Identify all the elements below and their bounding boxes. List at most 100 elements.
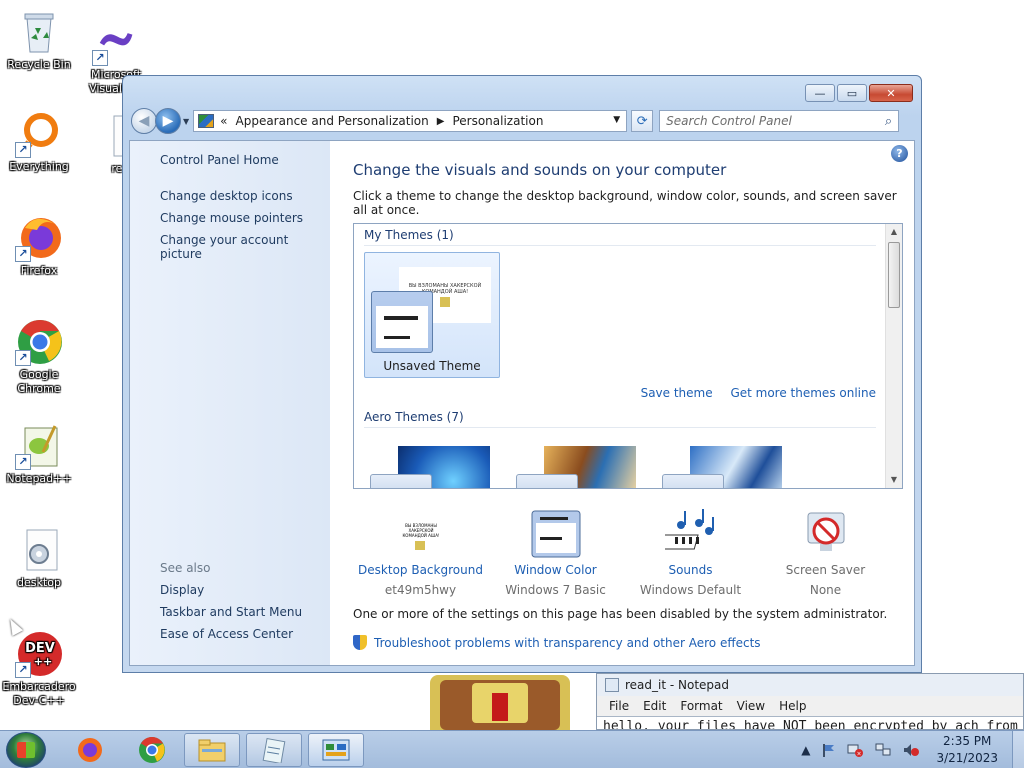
background-image-fragment: [430, 675, 570, 730]
taskbar-chrome-button[interactable]: [124, 733, 180, 767]
unsaved-theme-tile[interactable]: ВЫ ВЗЛОМАНЫ ХАКЕРСКОЙ КОМАНДОЙ АША! Unsa…: [364, 252, 500, 378]
visual-studio-icon: ↗: [92, 18, 140, 66]
change-desktop-icons-link[interactable]: Change desktop icons: [160, 189, 330, 203]
aero-themes-row: [364, 446, 886, 488]
breadcrumb-overflow[interactable]: «: [220, 114, 227, 128]
system-clock[interactable]: 2:35 PM 3/21/2023: [936, 733, 998, 767]
desktop-icon-everything[interactable]: ↗ Everything: [1, 110, 77, 174]
window-color-label[interactable]: Window Color: [488, 563, 623, 577]
breadcrumb-appearance[interactable]: Appearance and Personalization: [236, 114, 429, 128]
taskbar-notepad-button[interactable]: [246, 733, 302, 767]
svg-text:DEV: DEV: [25, 641, 55, 656]
theme-settings-row: ВЫ ВЗЛОМАНЫ ХАКЕРСКОЙ КОМАНДОЙ АША! Deskto…: [353, 509, 893, 597]
tray-overflow-chevron-icon[interactable]: ▲: [801, 743, 810, 757]
search-icon[interactable]: ⌕: [885, 114, 892, 129]
maximize-button[interactable]: ▭: [837, 84, 867, 102]
themes-list[interactable]: My Themes (1) ВЫ ВЗЛОМАНЫ ХАКЕРСКОЙ КОМА…: [353, 223, 903, 489]
aero-theme-tile[interactable]: [364, 446, 494, 488]
action-center-flag-icon[interactable]: [820, 742, 836, 758]
window-content: Control Panel Home Change desktop icons …: [129, 140, 915, 666]
change-mouse-pointers-link[interactable]: Change mouse pointers: [160, 211, 330, 225]
taskbar-start-menu-link[interactable]: Taskbar and Start Menu: [160, 605, 302, 619]
refresh-button[interactable]: ⟳: [631, 110, 654, 132]
minimize-button[interactable]: —: [805, 84, 835, 102]
notepad-plus-plus-icon: ↗: [15, 422, 63, 470]
close-button[interactable]: ✕: [869, 84, 913, 102]
notepad-menu-format[interactable]: Format: [680, 699, 722, 713]
notepad-menu-view[interactable]: View: [737, 699, 765, 713]
taskbar-explorer-button[interactable]: [184, 733, 240, 767]
scrollbar-thumb[interactable]: [888, 242, 900, 308]
see-also-section: See also Display Taskbar and Start Menu …: [160, 561, 302, 649]
aero-theme-tile[interactable]: [510, 446, 640, 488]
notepad-menu-help[interactable]: Help: [779, 699, 806, 713]
theme-actions: Save theme Get more themes online: [364, 386, 876, 400]
desktop-background-label[interactable]: Desktop Background: [353, 563, 488, 577]
help-icon[interactable]: ?: [891, 145, 908, 162]
troubleshoot-aero-link[interactable]: Troubleshoot problems with transparency …: [353, 635, 914, 650]
screen-saver-setting: Screen Saver None: [758, 509, 893, 597]
address-dropdown-icon[interactable]: ▼: [613, 115, 620, 125]
personalization-window[interactable]: — ▭ ✕ ◀ ▶ ▼ « Appearance and Personaliza…: [122, 75, 922, 673]
desktop-icon-label: Everything: [9, 160, 69, 173]
unsaved-theme-label: Unsaved Theme: [383, 359, 481, 373]
display-link[interactable]: Display: [160, 583, 302, 597]
network-disabled-icon[interactable]: ×: [846, 742, 864, 758]
window-color-setting[interactable]: Window Color Windows 7 Basic: [488, 509, 623, 597]
breadcrumb-personalization[interactable]: Personalization: [452, 114, 543, 128]
desktop-icon-label: Google Chrome: [17, 368, 61, 395]
desktop-icon-firefox[interactable]: ↗ Firefox: [1, 214, 77, 278]
desktop-icon-dev-cpp[interactable]: DEV ++ ↗ Embarcadero Dev-C++: [1, 630, 77, 708]
scroll-down-arrow-icon[interactable]: ▼: [886, 472, 902, 488]
control-panel-home-link[interactable]: Control Panel Home: [160, 153, 330, 167]
network-icon[interactable]: [874, 742, 892, 758]
desktop-icon-desktop-ini[interactable]: desktop: [1, 526, 77, 590]
sounds-icon: [657, 509, 717, 559]
change-account-picture-link[interactable]: Change your account picture: [160, 233, 330, 261]
taskbar: ▲ × 2:35 PM 3/21/2023: [0, 730, 1024, 768]
desktop-icon-notepad-plus-plus[interactable]: ↗ Notepad++: [1, 422, 77, 486]
window-color-value: Windows 7 Basic: [505, 583, 606, 597]
aero-theme-tile[interactable]: [656, 446, 786, 488]
taskbar-control-panel-button[interactable]: [308, 733, 364, 767]
notepad-window[interactable]: read_it - Notepad File Edit Format View …: [596, 673, 1024, 730]
theme-window-preview: [371, 291, 433, 353]
scroll-up-arrow-icon[interactable]: ▲: [886, 224, 902, 240]
save-theme-link[interactable]: Save theme: [641, 386, 713, 400]
volume-muted-icon[interactable]: [902, 742, 920, 758]
breadcrumb-separator[interactable]: ▶: [437, 116, 445, 127]
forward-button[interactable]: ▶: [155, 108, 181, 134]
desktop-background-setting[interactable]: ВЫ ВЗЛОМАНЫ ХАКЕРСКОЙ КОМАНДОЙ АША! Deskto…: [353, 509, 488, 597]
notepad-menu-bar: File Edit Format View Help: [597, 696, 1023, 716]
taskbar-firefox-button[interactable]: [62, 733, 118, 767]
recycle-bin-icon: [15, 8, 63, 56]
control-panel-icon: [322, 739, 350, 761]
address-bar[interactable]: « Appearance and Personalization ▶ Perso…: [193, 110, 628, 132]
notepad-menu-file[interactable]: File: [609, 699, 629, 713]
aero-themes-group-label: Aero Themes (7): [364, 410, 876, 428]
get-more-themes-link[interactable]: Get more themes online: [730, 386, 876, 400]
uac-shield-icon: [353, 635, 367, 650]
admin-disabled-notice: One or more of the settings on this page…: [353, 607, 888, 621]
desktop-icon-google-chrome[interactable]: ↗ Google Chrome: [1, 318, 77, 396]
desktop-icon-label: Embarcadero Dev-C++: [2, 680, 76, 707]
desktop-icon-recycle-bin[interactable]: Recycle Bin: [1, 8, 77, 72]
desktop-icon-label: Notepad++: [6, 472, 72, 485]
search-input[interactable]: Search Control Panel ⌕: [659, 110, 900, 132]
folder-icon: [198, 739, 226, 762]
chrome-icon: [139, 737, 165, 763]
notepad-menu-edit[interactable]: Edit: [643, 699, 666, 713]
firefox-icon: [78, 738, 102, 762]
notepad-title-bar[interactable]: read_it - Notepad: [597, 674, 1023, 696]
clock-date: 3/21/2023: [936, 751, 998, 765]
show-desktop-button[interactable]: [1012, 731, 1024, 768]
themes-scrollbar[interactable]: ▲ ▼: [885, 224, 902, 488]
back-button[interactable]: ◀: [131, 108, 157, 134]
sounds-label[interactable]: Sounds: [623, 563, 758, 577]
shortcut-arrow-icon: ↗: [15, 350, 31, 366]
recent-pages-dropdown[interactable]: ▼: [183, 117, 189, 126]
sounds-setting[interactable]: Sounds Windows Default: [623, 509, 758, 597]
start-button[interactable]: [6, 732, 46, 768]
notepad-text-area[interactable]: hello, your files have NOT been encrypte…: [597, 716, 1023, 729]
ease-of-access-link[interactable]: Ease of Access Center: [160, 627, 302, 641]
